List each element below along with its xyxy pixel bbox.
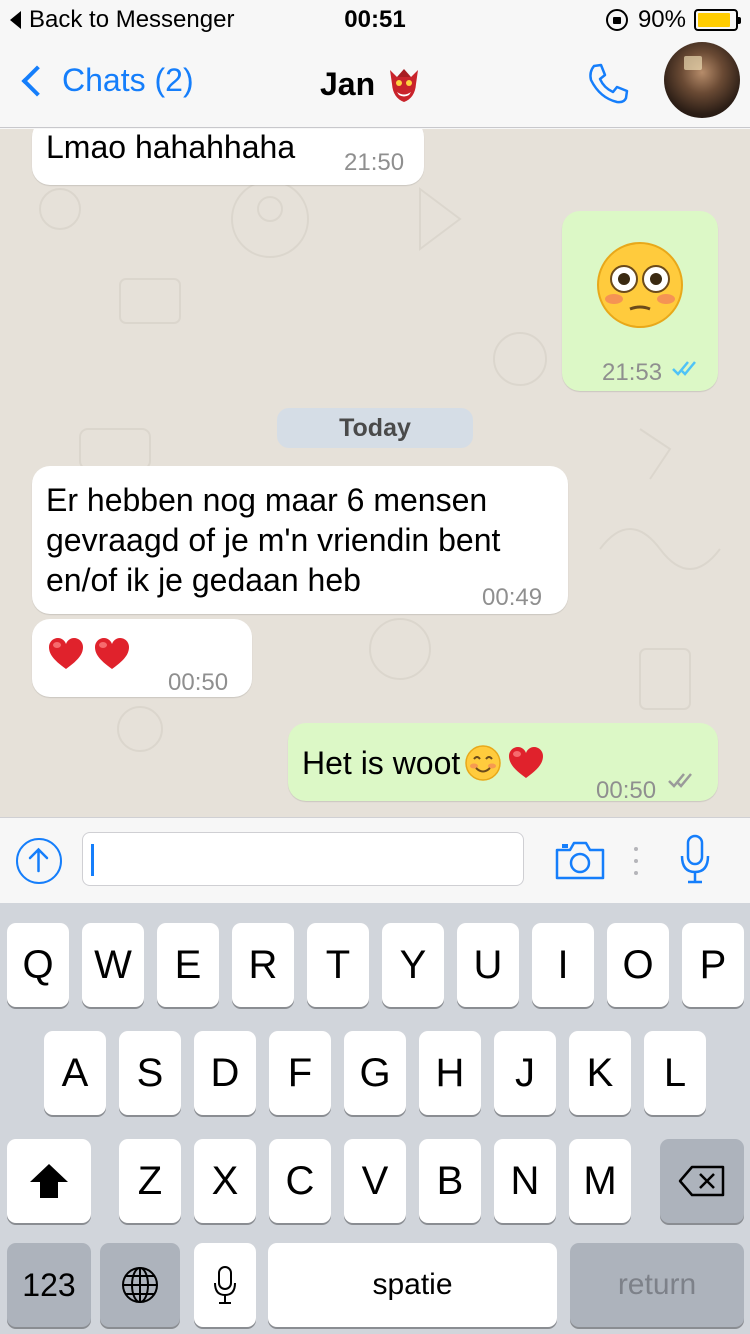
contact-avatar[interactable] <box>664 42 740 118</box>
key-n[interactable]: N <box>494 1139 556 1223</box>
message-time: 00:49 <box>482 584 543 611</box>
red-heart-icon <box>49 638 83 669</box>
key-i[interactable]: I <box>532 923 594 1007</box>
battery-percent: 90% <box>637 6 686 33</box>
battery-icon <box>694 9 741 31</box>
divider-dots-icon <box>634 847 638 875</box>
two-red-hearts-emoji <box>48 637 130 671</box>
numbers-key[interactable]: 123 <box>7 1243 91 1327</box>
message-text: Er hebben nog maar 6 mensen gevraagd of … <box>46 482 501 598</box>
arrow-up-icon <box>28 847 49 873</box>
key-e[interactable]: E <box>157 923 219 1007</box>
message-time: 21:50 <box>344 149 405 176</box>
space-key[interactable]: spatie <box>268 1243 557 1327</box>
message-bubble-incoming[interactable]: Er hebben nog maar 6 mensen gevraagd of … <box>32 466 568 614</box>
key-m[interactable]: M <box>569 1139 631 1223</box>
message-time: 00:50 <box>596 777 657 804</box>
key-x[interactable]: X <box>194 1139 256 1223</box>
key-d[interactable]: D <box>194 1031 256 1115</box>
date-separator: Today <box>277 408 473 448</box>
chat-area[interactable]: Lmao hahahhaha 21:50 21:53 Today Er hebb… <box>0 129 750 817</box>
key-u[interactable]: U <box>457 923 519 1007</box>
delivered-receipt-icon <box>668 773 692 788</box>
key-a[interactable]: A <box>44 1031 106 1115</box>
message-input[interactable] <box>82 832 524 886</box>
text-caret <box>91 844 94 876</box>
camera-icon[interactable] <box>554 838 606 882</box>
key-j[interactable]: J <box>494 1031 556 1115</box>
key-o[interactable]: O <box>607 923 669 1007</box>
key-z[interactable]: Z <box>119 1139 181 1223</box>
battery-fill <box>698 13 731 27</box>
rotation-lock-icon <box>605 9 628 31</box>
message-content: Het is woot <box>302 743 544 783</box>
message-input-bar <box>0 817 750 903</box>
message-text: Lmao hahahhaha <box>46 129 296 165</box>
message-bubble-outgoing[interactable]: Het is woot 00:50 <box>288 723 718 804</box>
flushed-face-emoji <box>597 242 683 328</box>
contact-name[interactable]: Jan <box>320 64 421 104</box>
status-bar: Back to Messenger 00:51 90% <box>0 0 750 40</box>
key-k[interactable]: K <box>569 1031 631 1115</box>
return-key[interactable]: return <box>570 1243 744 1327</box>
key-s[interactable]: S <box>119 1031 181 1115</box>
chats-back-label: Chats (2) <box>62 62 194 98</box>
message-time: 21:53 <box>602 359 663 386</box>
dictation-key[interactable] <box>194 1243 256 1327</box>
read-receipt-icon <box>672 361 696 376</box>
message-text: Het is woot <box>302 745 461 781</box>
red-heart-icon <box>95 638 129 669</box>
chevron-left-icon <box>21 64 53 97</box>
key-w[interactable]: W <box>82 923 144 1007</box>
share-button[interactable] <box>16 838 62 884</box>
key-r[interactable]: R <box>232 923 294 1007</box>
message-bubble-incoming[interactable]: 00:50 <box>32 619 252 697</box>
key-b[interactable]: B <box>419 1139 481 1223</box>
key-c[interactable]: C <box>269 1139 331 1223</box>
chats-back-button[interactable]: Chats (2) <box>16 62 194 99</box>
red-heart-icon <box>509 747 544 778</box>
message-bubble-incoming[interactable]: Lmao hahahhaha 21:50 <box>32 129 424 185</box>
shift-key[interactable] <box>7 1139 91 1223</box>
key-t[interactable]: T <box>307 923 369 1007</box>
key-g[interactable]: G <box>344 1031 406 1115</box>
globe-key[interactable] <box>100 1243 180 1327</box>
key-v[interactable]: V <box>344 1139 406 1223</box>
contact-name-label: Jan <box>320 65 376 102</box>
key-l[interactable]: L <box>644 1031 706 1115</box>
status-right: 90% <box>605 6 741 34</box>
shift-arrow-icon <box>30 1164 68 1198</box>
microphone-icon[interactable] <box>680 834 710 886</box>
key-y[interactable]: Y <box>382 923 444 1007</box>
phone-icon[interactable] <box>584 60 632 108</box>
key-h[interactable]: H <box>419 1031 481 1115</box>
smiling-face-emoji <box>465 745 502 781</box>
chat-header: Chats (2) Jan <box>0 40 750 128</box>
globe-icon <box>122 1267 158 1303</box>
key-p[interactable]: P <box>682 923 744 1007</box>
backspace-key[interactable] <box>660 1139 744 1223</box>
keyboard: Q W E R T Y U I O P A S D F G H J K L Z … <box>0 903 750 1334</box>
key-q[interactable]: Q <box>7 923 69 1007</box>
goblin-mask-icon <box>390 69 419 102</box>
message-bubble-outgoing[interactable]: 21:53 <box>562 211 718 391</box>
key-f[interactable]: F <box>269 1031 331 1115</box>
message-time: 00:50 <box>168 669 229 696</box>
backspace-icon <box>678 1165 725 1197</box>
microphone-icon <box>214 1266 236 1304</box>
